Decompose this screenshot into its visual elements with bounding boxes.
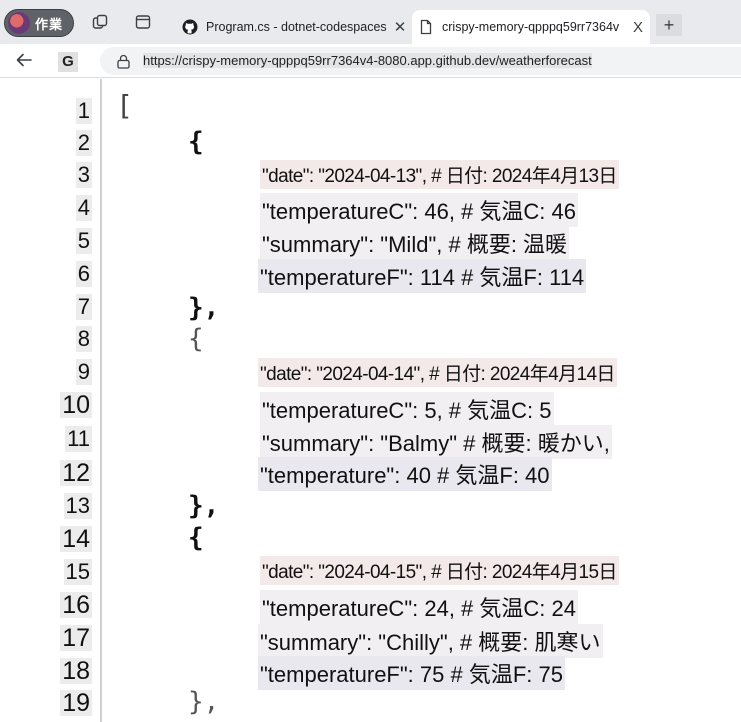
close-tab-icon[interactable]: X: [630, 19, 646, 36]
json-temperature-f-line: "temperatureF": 114 # 気温F: 114: [258, 259, 587, 293]
json-date-line: "date": "2024-04-13", # 日付: 2024年4月13日: [260, 160, 619, 189]
back-arrow-icon[interactable]: [14, 50, 34, 70]
tab-label: Program.cs - dotnet-codespaces: [206, 20, 387, 34]
line-number: 13: [63, 493, 92, 519]
line-number: 17: [60, 624, 92, 652]
close-brace: },: [188, 491, 220, 521]
line-number: 2: [75, 130, 92, 156]
line-number: 5: [75, 228, 92, 254]
open-brace: {: [188, 127, 204, 157]
line-number: 11: [65, 426, 92, 452]
json-viewer: 1 2 3 4 5 6 7 8 9 10 11 12 13 14 15 16 1…: [0, 79, 741, 722]
json-temperature-c-line: "temperatureC": 24, # 気温C: 24: [260, 590, 578, 624]
address-bar[interactable]: https://crispy-memory-qpppq59rr7364v4-80…: [100, 47, 741, 75]
line-number: 7: [75, 294, 92, 320]
avatar: [8, 12, 30, 34]
new-tab-button[interactable]: +: [656, 14, 682, 36]
line-number-gutter: 1 2 3 4 5 6 7 8 9 10 11 12 13 14 15 16 1…: [0, 79, 102, 722]
json-summary-line: "summary": "Chilly", # 概要: 肌寒い: [258, 624, 603, 658]
line-number: 9: [75, 359, 92, 385]
profile-label: 作業: [35, 16, 64, 32]
open-bracket: [: [120, 89, 131, 122]
lock-icon[interactable]: [117, 54, 130, 69]
close-brace: },: [188, 687, 220, 717]
line-number: 19: [60, 689, 92, 717]
json-summary-line: "summary": "Balmy" # 概要: 暖かい,: [260, 425, 612, 459]
open-brace: {: [188, 324, 204, 354]
json-temperature-c-line: "temperatureC": 46, # 気温C: 46: [260, 193, 578, 227]
tab-weatherforecast[interactable]: crispy-memory-qpppq59rr7364v X: [412, 10, 650, 44]
page-icon: [418, 19, 434, 35]
line-number: 18: [60, 657, 92, 685]
profile-button[interactable]: 作業: [4, 9, 74, 37]
close-tab-icon[interactable]: ✕: [392, 18, 408, 36]
line-number: 8: [75, 326, 92, 352]
json-date-line: "date": "2024-04-14", # 日付: 2024年4月14日: [258, 358, 617, 387]
line-number: 12: [60, 459, 92, 487]
navigation-toolbar: G https://crispy-memory-qpppq59rr7364v4-…: [0, 44, 741, 78]
close-brace: },: [188, 293, 220, 323]
line-number: 4: [75, 195, 92, 221]
line-number: 6: [75, 261, 92, 287]
json-temperature-c-line: "temperatureC": 5, # 気温C: 5: [260, 392, 554, 426]
url-text[interactable]: https://crispy-memory-qpppq59rr7364v4-80…: [143, 53, 592, 68]
line-number: 15: [63, 559, 92, 585]
tab-program-cs[interactable]: Program.cs - dotnet-codespaces ✕: [176, 10, 412, 44]
open-brace: {: [188, 523, 204, 553]
line-number: 1: [75, 98, 92, 124]
tab-strip: 作業 Program.cs - dotnet-codespaces ✕ cris…: [0, 0, 741, 44]
go-button[interactable]: G: [58, 52, 78, 72]
code-area: [ { "date": "2024-04-13", # 日付: 2024年4月1…: [104, 79, 741, 722]
line-number: 3: [75, 162, 92, 188]
tab-actions-icon[interactable]: [135, 14, 151, 30]
github-icon: [182, 19, 198, 35]
tab-label: crispy-memory-qpppq59rr7364v: [442, 20, 620, 34]
json-temperature-f-line: "temperature": 40 # 気温F: 40: [258, 457, 552, 491]
json-date-line: "date": "2024-04-15", # 日付: 2024年4月15日: [260, 556, 619, 585]
workspaces-icon[interactable]: [92, 14, 108, 30]
line-number: 10: [60, 391, 92, 419]
json-summary-line: "summary": "Mild", # 概要: 温暖: [260, 226, 570, 260]
line-number: 16: [60, 591, 92, 619]
json-temperature-f-line: "temperatureF": 75 # 気温F: 75: [258, 656, 565, 690]
line-number: 14: [60, 525, 92, 553]
